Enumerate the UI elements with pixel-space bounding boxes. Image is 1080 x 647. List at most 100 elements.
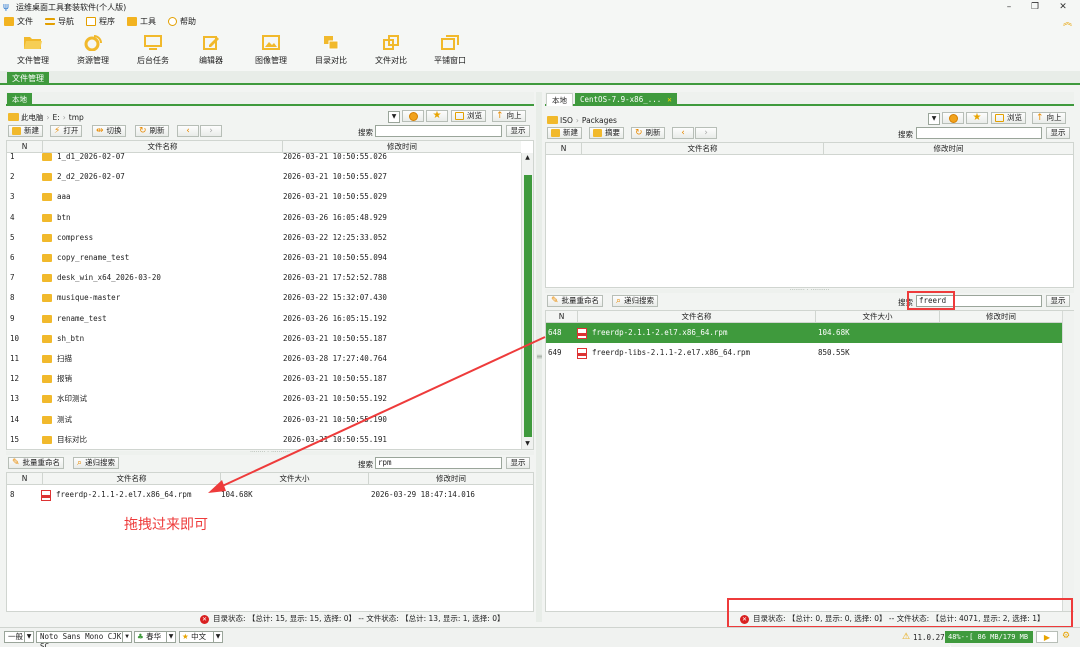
col-n[interactable]: N [546, 311, 578, 323]
table-row[interactable]: 6 copy_rename_test 2026-03-21 10:50:55.094 [7, 248, 521, 268]
left-favorites-add-button[interactable] [402, 110, 424, 122]
table-row[interactable]: 12 报销 2026-03-21 10:50:55.187 [7, 369, 521, 389]
right-summary-button[interactable]: 摘要 [589, 127, 624, 139]
table-row[interactable]: 4 btn 2026-03-26 16:05:48.929 [7, 208, 521, 228]
ribbon-image-manager[interactable]: 图像管理 [241, 34, 301, 66]
menu-tools[interactable]: 工具 [127, 16, 156, 27]
left-search-input[interactable] [375, 125, 502, 137]
tab-right-local[interactable]: 本地 [546, 93, 573, 106]
col-size[interactable]: 文件大小 [816, 311, 940, 323]
breadcrumb-item[interactable]: Packages [582, 116, 617, 125]
right-recursive-search-button[interactable]: ⌕ 递归搜索 [612, 295, 659, 307]
col-size[interactable]: 文件大小 [221, 473, 369, 485]
col-modified[interactable]: 修改时间 [824, 143, 1073, 155]
col-name[interactable]: 文件名称 [43, 473, 221, 485]
right-up-button[interactable]: ↑ 向上 [1032, 112, 1066, 124]
table-row[interactable]: 2 2_d2_2026-02-07 2026-03-21 10:50:55.027 [7, 167, 521, 187]
left-path-dropdown[interactable]: ▼ [388, 111, 400, 123]
table-row[interactable]: 9 rename_test 2026-03-26 16:05:15.192 [7, 309, 521, 329]
left-new-button[interactable]: 新建 [8, 125, 43, 137]
col-name[interactable]: 文件名称 [578, 311, 816, 323]
tab-file-manager[interactable]: 文件管理 [7, 72, 49, 85]
col-name[interactable]: 文件名称 [582, 143, 824, 155]
play-button[interactable]: ▶ [1036, 631, 1058, 643]
left-back-button[interactable]: ‹ [177, 125, 199, 137]
right-refresh-button[interactable]: ↻ 刷新 [631, 127, 665, 139]
right-show-button[interactable]: 显示 [1046, 127, 1070, 139]
mode-select[interactable]: 一般 ▼ [4, 631, 34, 643]
left-switch-button[interactable]: ⇹ 切换 [92, 125, 126, 137]
right-path-dropdown[interactable]: ▼ [928, 113, 940, 125]
right-lower-show-button[interactable]: 显示 [1046, 295, 1070, 307]
left-open-button[interactable]: ⚡ 打开 [50, 125, 83, 137]
left-scrollbar[interactable]: ▲ ▼ [521, 153, 533, 449]
left-bookmark-button[interactable]: ★ [426, 110, 448, 122]
left-browse-button[interactable]: 浏览 [451, 110, 486, 122]
table-row[interactable]: 13 水印测试 2026-03-21 10:50:55.192 [7, 389, 521, 409]
table-row[interactable]: 8 musique-master 2026-03-22 15:32:07.430 [7, 288, 521, 308]
table-row[interactable]: 15 目标对比 2026-03-21 10:50:55.191 [7, 430, 521, 450]
close-tab-icon[interactable]: ✕ [667, 95, 672, 104]
left-splitter[interactable]: ········ · ·········· [6, 450, 534, 456]
breadcrumb-item[interactable]: E: [53, 113, 60, 122]
ribbon-editor[interactable]: 编辑器 [181, 34, 241, 66]
scroll-down-icon[interactable]: ▼ [522, 439, 533, 449]
table-row[interactable]: 649 freerdp-libs-2.1.1-2.el7.x86_64.rpm … [546, 343, 1062, 363]
left-up-button[interactable]: ↑ 向上 [492, 110, 526, 122]
right-bookmark-button[interactable]: ★ [966, 112, 988, 124]
menu-program[interactable]: 程序 [86, 16, 115, 27]
left-refresh-button[interactable]: ↻ 刷新 [135, 125, 169, 137]
ribbon-dir-compare[interactable]: 目录对比 [301, 34, 361, 66]
col-n[interactable]: N [546, 143, 582, 155]
right-favorites-add-button[interactable] [942, 112, 964, 124]
table-row[interactable]: 7 desk_win_x64_2026-03-20 2026-03-21 17:52… [7, 268, 521, 288]
right-search-input[interactable] [916, 127, 1042, 139]
right-new-button[interactable]: 新建 [547, 127, 582, 139]
left-batch-rename-button[interactable]: ✎ 批量重命名 [8, 457, 65, 469]
minimize-button[interactable]: – [996, 0, 1022, 14]
language-select[interactable]: ★ 中文 ▼ [179, 631, 223, 643]
tab-left-local[interactable]: 本地 [7, 93, 32, 106]
maximize-button[interactable]: ❐ [1022, 0, 1048, 14]
menu-help[interactable]: 帮助 [168, 16, 196, 27]
right-browse-button[interactable]: 浏览 [991, 112, 1026, 124]
table-row[interactable]: 8 freerdp-2.1.1-2.el7.x86_64.rpm 104.68K… [7, 485, 533, 505]
vertical-splitter[interactable]: ≡ [536, 92, 543, 622]
right-back-button[interactable]: ‹ [672, 127, 694, 139]
settings-icon[interactable]: ⚙ [1062, 631, 1076, 643]
right-scrollbar[interactable] [1062, 311, 1074, 611]
menu-file[interactable]: 文件 [4, 16, 33, 27]
left-forward-button[interactable]: › [200, 125, 222, 137]
breadcrumb-item[interactable]: 此电脑 [21, 112, 44, 123]
scroll-thumb[interactable] [524, 175, 532, 437]
table-row[interactable]: 10 sh_btn 2026-03-21 10:50:55.187 [7, 329, 521, 349]
collapse-ribbon-icon[interactable]: ︽ [1063, 15, 1072, 28]
close-button[interactable]: ✕ [1050, 0, 1076, 14]
ribbon-file-compare[interactable]: 文件对比 [361, 34, 421, 66]
col-modified[interactable]: 修改时间 [369, 473, 533, 485]
right-splitter[interactable]: ········ · ·········· [545, 288, 1074, 294]
table-row[interactable]: 1 1_d1_2026-02-07 2026-03-21 10:50:55.026 [7, 147, 521, 167]
font-select[interactable]: Noto Sans Mono CJK SC ▼ [36, 631, 132, 647]
table-row[interactable]: 3 aaa 2026-03-21 10:50:55.029 [7, 187, 521, 207]
ribbon-tile-windows[interactable]: 平铺窗口 [420, 34, 480, 66]
tab-right-remote[interactable]: CentOS-7.9-x86_... ✕ [575, 93, 677, 106]
table-row[interactable]: 5 compress 2026-03-22 12:25:33.052 [7, 228, 521, 248]
ribbon-file-manager[interactable]: 文件管理 [3, 34, 63, 66]
left-lower-show-button[interactable]: 显示 [506, 457, 530, 469]
left-show-button[interactable]: 显示 [506, 125, 530, 137]
table-row-selected[interactable]: 648 freerdp-2.1.1-2.el7.x86_64.rpm 104.6… [546, 323, 1062, 343]
left-lower-search-input[interactable]: rpm [375, 457, 502, 469]
breadcrumb-item[interactable]: tmp [69, 113, 84, 122]
left-recursive-search-button[interactable]: ⌕ 递归搜索 [73, 457, 120, 469]
scroll-up-icon[interactable]: ▲ [522, 153, 533, 163]
right-batch-rename-button[interactable]: ✎ 批量重命名 [547, 295, 604, 307]
col-n[interactable]: N [7, 473, 43, 485]
breadcrumb-item[interactable]: ISO [560, 116, 573, 125]
table-row[interactable]: 14 测试 2026-03-21 10:50:55.190 [7, 410, 521, 430]
right-forward-button[interactable]: › [695, 127, 717, 139]
theme-select[interactable]: ♣ 春华 ▼ [134, 631, 176, 643]
menu-navigate[interactable]: 导航 [45, 16, 74, 27]
ribbon-resource-manager[interactable]: 资源管理 [63, 34, 123, 66]
table-row[interactable]: 11 扫描 2026-03-28 17:27:40.764 [7, 349, 521, 369]
